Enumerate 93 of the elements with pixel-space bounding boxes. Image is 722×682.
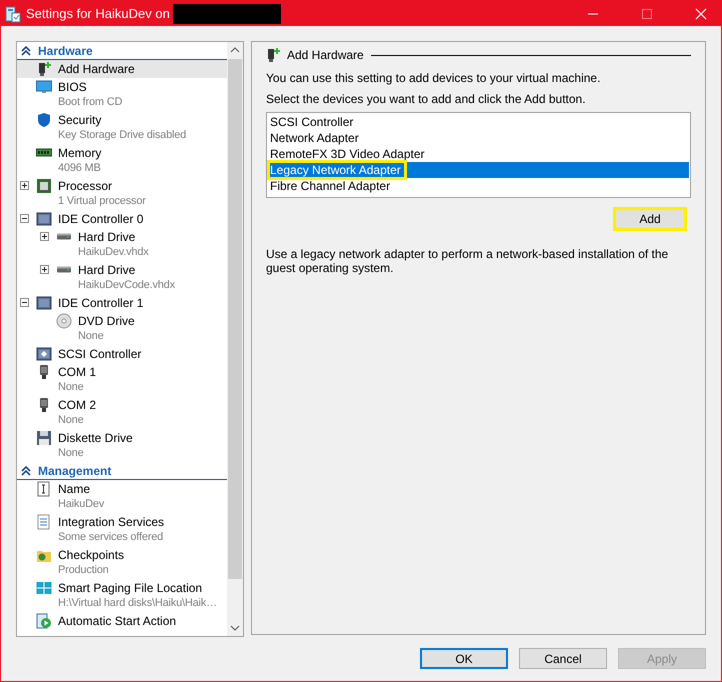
tree-item-label: Add Hardware bbox=[58, 62, 135, 76]
hard-drive-icon bbox=[56, 233, 72, 240]
controller-icon bbox=[36, 210, 52, 226]
device-list-item[interactable]: SCSI Controller bbox=[268, 114, 689, 130]
disc-icon bbox=[56, 312, 72, 328]
device-list-item[interactable]: RemoteFX 3D Video Adapter bbox=[268, 146, 689, 162]
tree-item[interactable]: Hard Drive HaikuDevCode.vhdx bbox=[17, 261, 227, 294]
intro-text: You can use this setting to add devices to your virtual machine. bbox=[266, 71, 602, 85]
collapse-chevron-icon[interactable] bbox=[21, 466, 31, 476]
collapse-chevron-icon[interactable] bbox=[21, 46, 31, 56]
tree-item-label: Hard Drive bbox=[78, 230, 136, 244]
tree-expander-icon[interactable] bbox=[20, 214, 29, 223]
tree-item-label: Security bbox=[58, 112, 102, 126]
tree-item-label: BIOS bbox=[58, 80, 87, 94]
tree-item-detail: Key Storage Drive disabled bbox=[57, 128, 188, 143]
tree-item[interactable]: Processor 1 Virtual processor bbox=[17, 177, 227, 210]
settings-window-icon bbox=[5, 4, 21, 22]
tree-item-detail: None bbox=[77, 329, 104, 344]
shield-icon bbox=[36, 112, 52, 128]
tree-item-label: Name bbox=[58, 482, 90, 496]
tree-item[interactable]: Security Key Storage Drive disabled bbox=[17, 111, 227, 144]
tree-item[interactable]: BIOS Boot from CD bbox=[17, 78, 227, 111]
tree-item-label: COM 2 bbox=[58, 398, 96, 412]
tree-item[interactable]: COM 1 None bbox=[17, 363, 227, 396]
tree-item[interactable]: IDE Controller 0 bbox=[17, 210, 227, 228]
tree-item-detail: HaikuDevCode.vhdx bbox=[77, 278, 176, 293]
checklist-icon bbox=[36, 514, 52, 530]
tree-item-detail: None bbox=[57, 413, 84, 428]
tree-expander-icon[interactable] bbox=[40, 232, 49, 241]
hard-drive-icon bbox=[56, 266, 72, 273]
tree-item-detail: 4096 MB bbox=[57, 161, 102, 176]
tree-item-detail: None bbox=[57, 446, 84, 461]
tree-item-label: DVD Drive bbox=[78, 314, 135, 328]
tree-item[interactable]: Name HaikuDev bbox=[17, 480, 227, 513]
tree-item-detail: Some services offered bbox=[57, 530, 164, 545]
section-heading: Management bbox=[38, 464, 112, 478]
tree-item[interactable]: Add Hardware bbox=[17, 60, 227, 78]
tree-item[interactable]: Smart Paging File Location H:\Virtual hard disks\Haiku\Haik… bbox=[17, 579, 227, 612]
tree-item-label: Integration Services bbox=[58, 514, 164, 528]
window-title: Settings for HaikuDev on bbox=[26, 6, 170, 21]
instruction-text: Select the devices you want to add and click the Add button. bbox=[266, 92, 587, 106]
scrollbar[interactable] bbox=[227, 42, 243, 636]
description-text: Use a legacy network adapter to perform a network-based installation of the guest operating system. bbox=[266, 247, 670, 275]
tree-expander-icon[interactable] bbox=[20, 181, 29, 190]
tree-item[interactable]: IDE Controller 1 bbox=[17, 294, 227, 312]
tree-expander-icon[interactable] bbox=[20, 298, 29, 307]
text-cursor-icon bbox=[36, 480, 52, 496]
section-heading: Hardware bbox=[38, 44, 93, 58]
tree-item-detail: Production bbox=[57, 563, 110, 578]
monitor-icon bbox=[36, 78, 52, 94]
tree-item-label: IDE Controller 0 bbox=[58, 212, 144, 226]
tree-item[interactable]: Diskette Drive None bbox=[17, 429, 227, 462]
device-list-item[interactable]: Legacy Network Adapter bbox=[268, 162, 689, 178]
tree-item-detail: 1 Virtual processor bbox=[57, 194, 147, 209]
tree-item[interactable]: Integration Services Some services offered bbox=[17, 513, 227, 546]
tree-item-label: IDE Controller 1 bbox=[58, 296, 144, 310]
tree-item[interactable]: Checkpoints Production bbox=[17, 546, 227, 579]
tree-item-detail: HaikuDev.vhdx bbox=[77, 245, 150, 260]
controller-icon bbox=[36, 346, 52, 362]
scrollbar-thumb[interactable] bbox=[228, 59, 242, 579]
device-plus-icon bbox=[266, 47, 280, 63]
tree-item-label: Diskette Drive bbox=[58, 430, 133, 444]
tree-item-detail: Boot from CD bbox=[57, 95, 124, 110]
device-plus-icon bbox=[36, 60, 52, 76]
tree-expander-icon[interactable] bbox=[40, 265, 49, 274]
add-button[interactable]: Add bbox=[613, 207, 687, 231]
tree-item-label: Processor bbox=[58, 178, 112, 192]
tree-item-detail: None bbox=[57, 380, 84, 395]
tree-item-detail: HaikuDev bbox=[57, 497, 106, 512]
tree-item[interactable]: Hard Drive HaikuDev.vhdx bbox=[17, 228, 227, 261]
play-document-icon bbox=[36, 612, 52, 628]
tree-item-detail: H:\Virtual hard disks\Haiku\Haik… bbox=[57, 596, 218, 611]
tree-item-label: Automatic Start Action bbox=[58, 614, 176, 628]
tree-item-label: COM 1 bbox=[58, 364, 96, 378]
controller-icon bbox=[36, 294, 52, 310]
memory-module-icon bbox=[36, 580, 52, 596]
tree-item[interactable]: Automatic Start Action bbox=[17, 612, 227, 630]
chip-icon bbox=[36, 178, 52, 194]
device-list-item[interactable]: Network Adapter bbox=[268, 130, 689, 146]
tree-item-label: SCSI Controller bbox=[58, 346, 142, 360]
dialog-button[interactable]: Cancel bbox=[519, 648, 607, 669]
tree-item-label: Hard Drive bbox=[78, 262, 136, 276]
dialog-button[interactable]: OK bbox=[420, 648, 508, 669]
tree-item-label: Smart Paging File Location bbox=[58, 580, 202, 594]
tree-item[interactable]: Memory 4096 MB bbox=[17, 144, 227, 177]
tree-item[interactable]: COM 2 None bbox=[17, 396, 227, 429]
tree-item-label: Checkpoints bbox=[58, 548, 124, 562]
device-list-item[interactable]: Fibre Channel Adapter bbox=[268, 178, 689, 194]
tree-item-label: Memory bbox=[58, 146, 102, 160]
panel-heading: Add Hardware bbox=[287, 48, 364, 62]
close-icon[interactable] bbox=[695, 8, 707, 20]
tree-item[interactable]: DVD Drive None bbox=[17, 312, 227, 345]
tree-item[interactable]: SCSI Controller bbox=[17, 345, 227, 363]
